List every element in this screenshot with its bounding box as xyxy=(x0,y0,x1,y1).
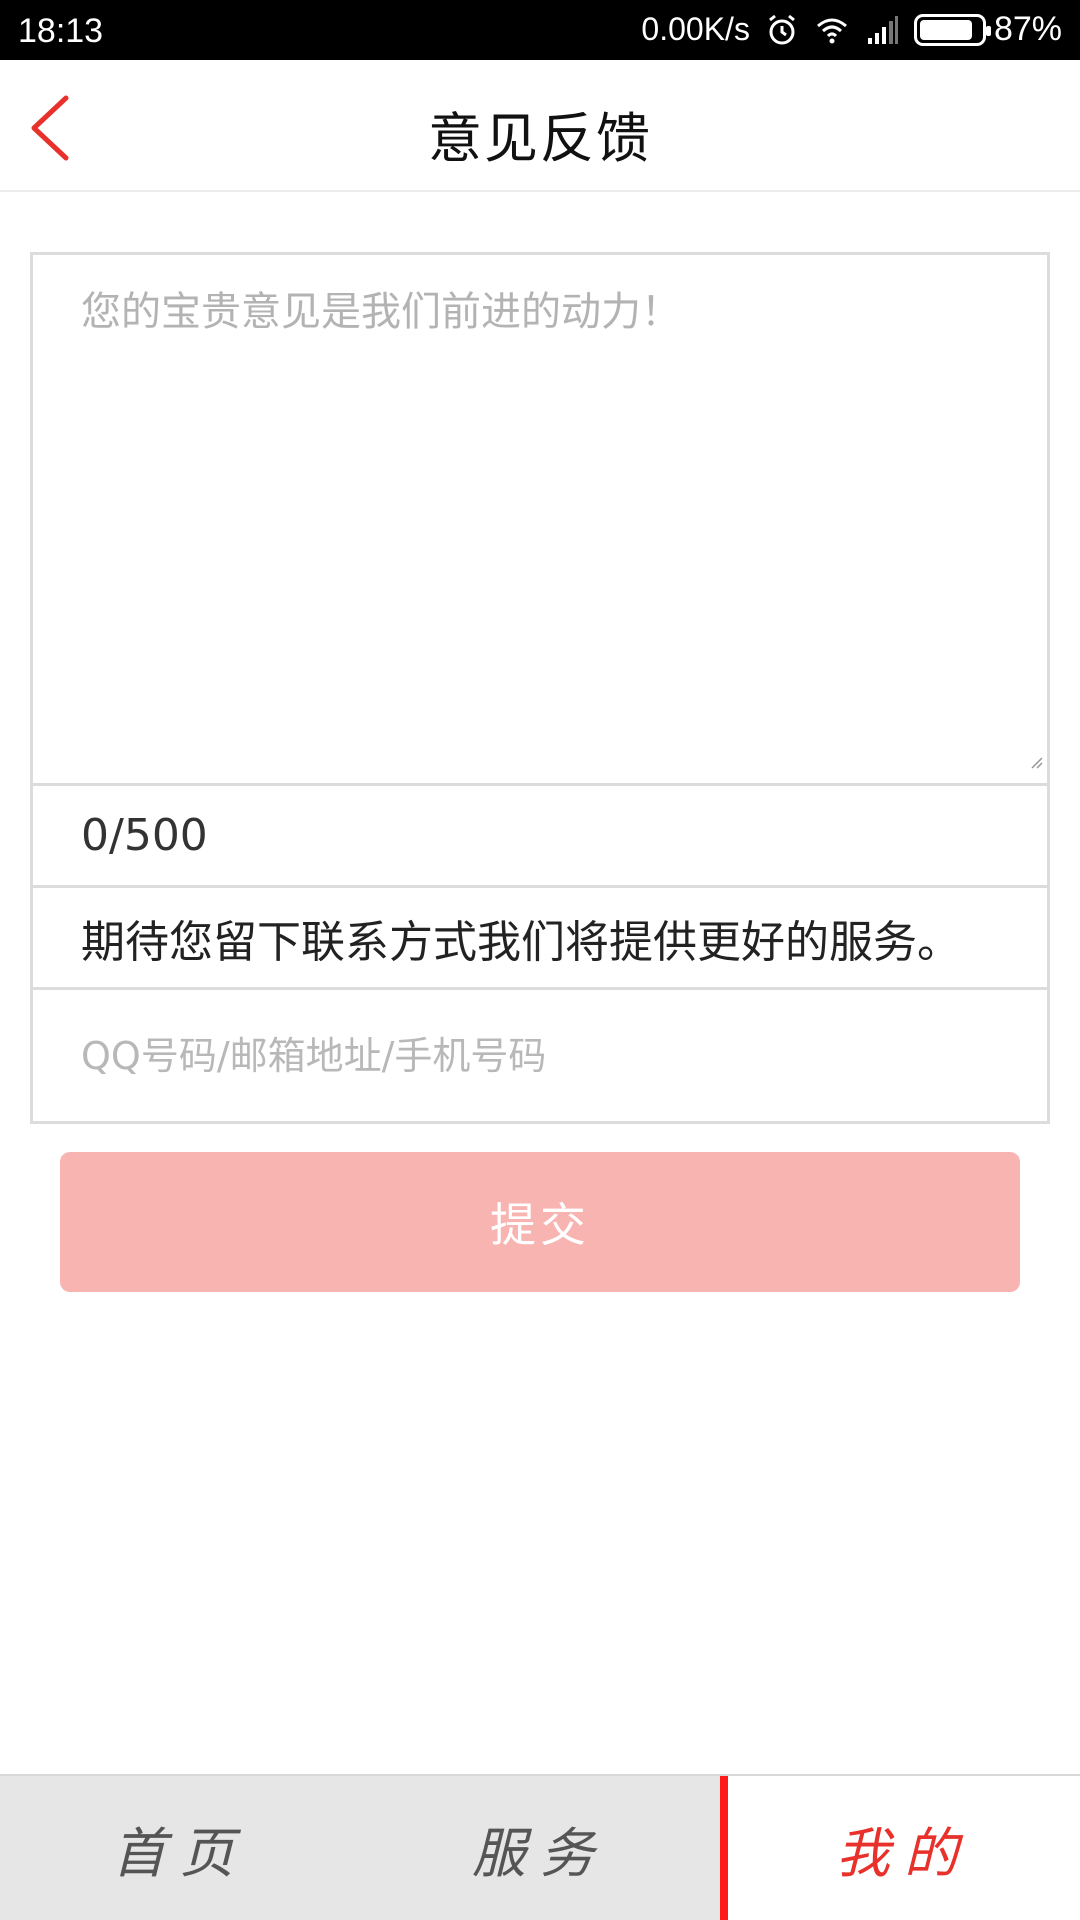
signal-icon xyxy=(867,15,898,44)
battery-percent: 87% xyxy=(993,10,1062,48)
wifi-icon xyxy=(816,18,847,43)
page-title: 意见反馈 xyxy=(428,107,652,170)
contact-field-row xyxy=(33,987,1047,1121)
feedback-textarea-wrap xyxy=(33,255,1047,783)
status-bar: 18:13 0.00K/s 87% xyxy=(0,0,1080,60)
alarm-icon xyxy=(769,14,795,44)
resize-grip-icon[interactable] xyxy=(1027,753,1043,769)
char-counter: 0/500 xyxy=(33,783,1047,885)
tab-service[interactable]: 服务 xyxy=(360,1776,720,1920)
feedback-textarea[interactable] xyxy=(33,255,1047,783)
network-speed: 0.00K/s xyxy=(641,11,750,47)
tab-mine[interactable]: 我的 xyxy=(720,1776,1080,1920)
tab-home-label: 首页 xyxy=(112,1821,248,1885)
battery-fill xyxy=(919,19,973,40)
status-right-group: 0.00K/s 87% xyxy=(641,10,1062,49)
header-bar: 意见反馈 xyxy=(0,60,1080,192)
status-time: 18:13 xyxy=(18,12,104,50)
battery-icon xyxy=(913,13,991,46)
submit-button[interactable]: 提交 xyxy=(60,1152,1020,1292)
bottom-tab-bar: 首页 服务 我的 xyxy=(0,1774,1080,1920)
tab-home[interactable]: 首页 xyxy=(0,1776,360,1920)
battery-indicator: 87% xyxy=(913,10,1062,49)
contact-hint-text: 期待您留下联系方式我们将提供更好的服务。 xyxy=(81,916,961,968)
contact-input[interactable] xyxy=(33,990,1047,1121)
tab-service-label: 服务 xyxy=(472,1821,608,1885)
tab-mine-label: 我的 xyxy=(836,1821,972,1885)
feedback-form: 0/500 期待您留下联系方式我们将提供更好的服务。 xyxy=(30,252,1050,1124)
char-counter-text: 0/500 xyxy=(81,810,208,861)
contact-hint: 期待您留下联系方式我们将提供更好的服务。 xyxy=(33,885,1047,987)
